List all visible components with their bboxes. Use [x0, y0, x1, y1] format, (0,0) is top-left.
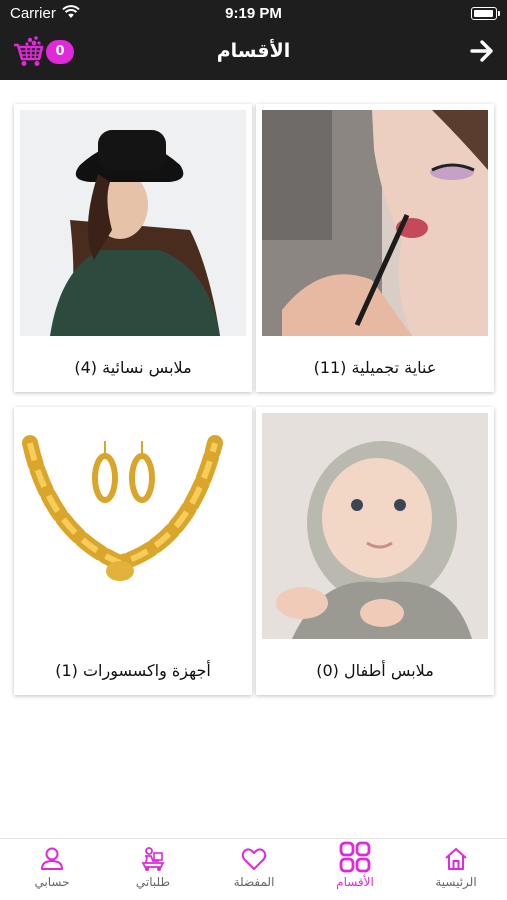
tab-account[interactable]: حسابي: [2, 839, 102, 900]
page-title: الأقسام: [216, 40, 291, 62]
clock: 9:19 PM: [225, 5, 282, 22]
status-bar: Carrier 9:19 PM: [0, 0, 507, 28]
tab-categories[interactable]: الأقسام: [305, 839, 405, 900]
tab-label: طلباتي: [135, 875, 171, 889]
tab-label: الرئيسية: [435, 875, 477, 889]
categories-icon: [339, 841, 371, 873]
user-icon: [41, 847, 63, 870]
gold-jewelry-photo: [20, 413, 246, 639]
category-card-kids[interactable]: ملابس أطفال (0): [256, 407, 494, 695]
woman-hat-photo: [20, 110, 246, 336]
tab-label: الأقسام: [336, 875, 374, 889]
top-bar: Carrier 9:19 PM 0 الأقسام: [0, 0, 507, 80]
category-label: عناية تجميلية (11): [313, 358, 437, 377]
home-icon: [445, 848, 467, 870]
category-card-women[interactable]: ملابس نسائية (4): [14, 104, 252, 392]
category-card-accessories[interactable]: أجهزة واكسسورات (1): [14, 407, 252, 695]
arrow-right-icon[interactable]: [469, 38, 495, 64]
tab-orders[interactable]: طلباتي: [103, 839, 203, 900]
tab-home[interactable]: الرئيسية: [406, 839, 506, 900]
heart-icon: [241, 848, 267, 870]
category-card-beauty[interactable]: عناية تجميلية (11): [256, 104, 494, 392]
category-label: أجهزة واكسسورات (1): [55, 661, 211, 680]
makeup-photo: [262, 110, 488, 336]
baby-photo: [262, 413, 488, 639]
category-label: ملابس نسائية (4): [74, 358, 192, 377]
category-label: ملابس أطفال (0): [316, 661, 434, 680]
tab-favorites[interactable]: المفضلة: [204, 839, 304, 900]
bottom-tab-bar: الرئيسية الأقسام المفضلة طلباتي حسابي: [0, 838, 507, 900]
tab-label: المفضلة: [233, 875, 275, 889]
battery-icon: [471, 7, 500, 20]
tab-label: حسابي: [34, 875, 70, 889]
delivery-icon: [141, 847, 165, 871]
